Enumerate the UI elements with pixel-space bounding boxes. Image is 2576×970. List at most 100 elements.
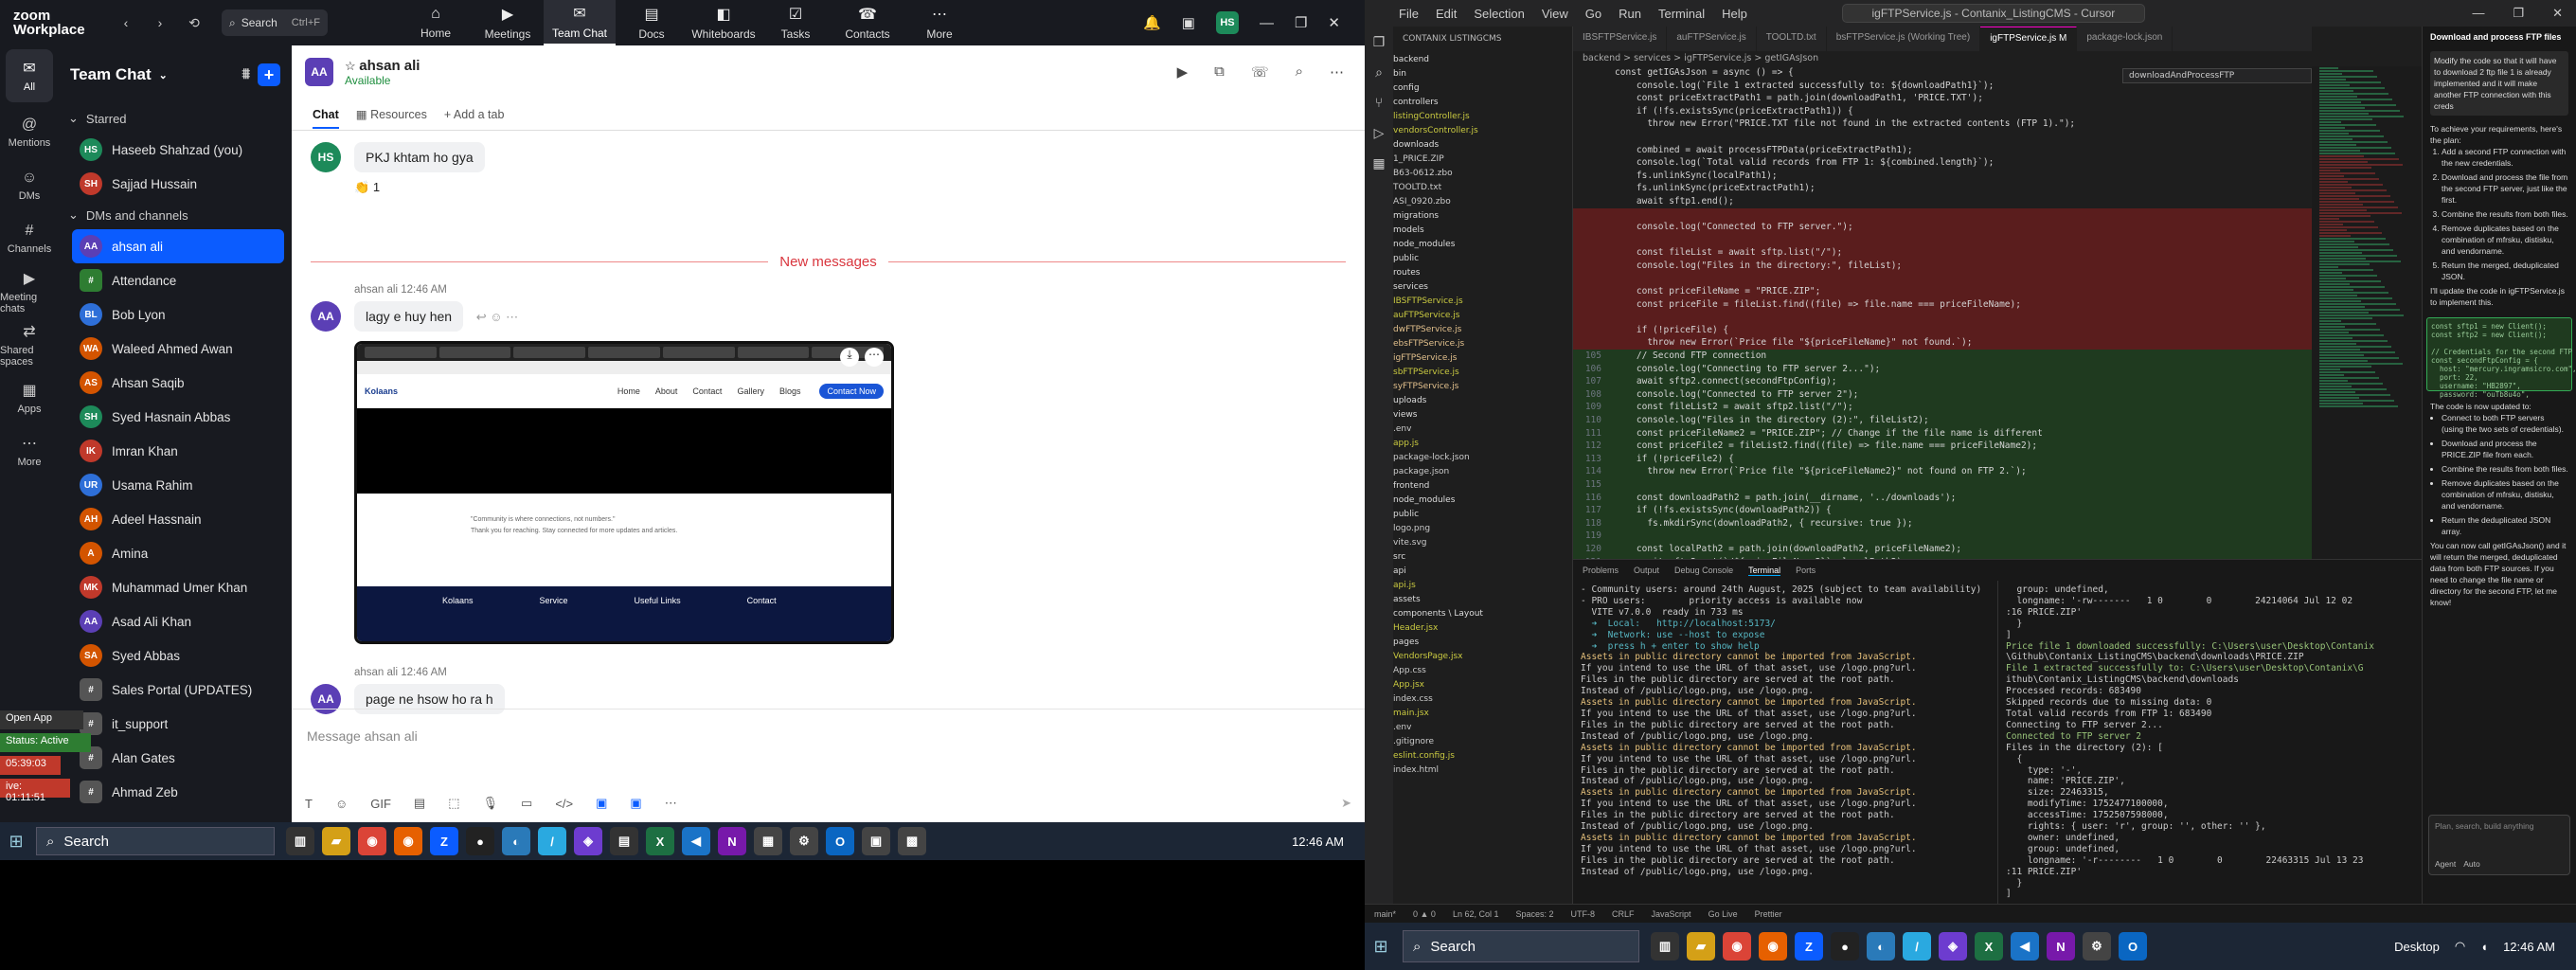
tab-more[interactable]: ⋯ More xyxy=(903,0,975,45)
excel-icon[interactable]: X xyxy=(1975,932,2003,961)
status-item[interactable]: Spaces: 2 xyxy=(1515,909,1553,919)
open-app-button[interactable]: Open App xyxy=(0,710,83,729)
desktop-label[interactable]: Desktop xyxy=(2394,940,2440,954)
app-icon[interactable]: ◐ xyxy=(1867,932,1895,961)
terminal-left[interactable]: - Community users: around 24th August, 2… xyxy=(1573,581,1997,905)
explorer-icon[interactable]: ❐ xyxy=(1365,27,1393,57)
file-item[interactable]: IBSFTPService.js xyxy=(1393,295,1572,309)
status-item[interactable]: Go Live xyxy=(1708,909,1738,919)
status-item[interactable]: Prettier xyxy=(1755,909,1782,919)
cursor-icon[interactable]: ● xyxy=(1831,932,1859,961)
menu-view[interactable]: View xyxy=(1542,7,1568,21)
file-item[interactable]: vendorsController.js xyxy=(1393,124,1572,138)
file-item[interactable]: auFTPService.js xyxy=(1393,309,1572,323)
status-item[interactable]: Ln 62, Col 1 xyxy=(1453,909,1499,919)
editor-tab[interactable]: TOOLTD.txt xyxy=(1757,27,1827,51)
app-icon[interactable]: ▣ xyxy=(630,796,641,811)
file-item[interactable]: vite.svg xyxy=(1393,536,1572,550)
star-icon[interactable]: ☆ xyxy=(345,59,356,73)
source-control-icon[interactable]: ⑂ xyxy=(1365,87,1393,117)
menu-run[interactable]: Run xyxy=(1619,7,1641,21)
sidebar-item[interactable]: AH Adeel Hassnain xyxy=(59,502,292,536)
chevron-down-icon[interactable]: ⌄ xyxy=(159,69,168,81)
mic-icon[interactable]: 🎙 xyxy=(483,796,499,811)
phone-icon[interactable]: ☏ xyxy=(1251,63,1269,81)
rail-item-dms[interactable]: ☺ DMs xyxy=(0,159,59,212)
app-icon[interactable]: ▤ xyxy=(610,827,638,855)
sidebar-item[interactable]: # Alan Gates xyxy=(59,741,292,775)
code-diff-block[interactable]: const sftp1 = new Client(); const sftp2 … xyxy=(2426,317,2576,399)
maximize-icon[interactable]: ❐ xyxy=(1295,14,1307,31)
folder-item[interactable]: public xyxy=(1393,252,1572,266)
settings-icon[interactable]: ⚙ xyxy=(2083,932,2111,961)
file-item[interactable]: VendorsPage.jsx xyxy=(1393,650,1572,664)
reaction[interactable]: 👏 1 xyxy=(354,180,485,195)
emoji-icon[interactable]: ☺ xyxy=(335,797,348,811)
app-icon[interactable]: ◐ xyxy=(502,827,530,855)
folder-item[interactable]: config xyxy=(1393,81,1572,96)
tab-meetings[interactable]: ▶ Meetings xyxy=(472,0,544,45)
firefox-icon[interactable]: ◉ xyxy=(1759,932,1787,961)
filter-icon[interactable]: ⩩ xyxy=(242,66,250,83)
sidebar-item[interactable]: AA ahsan ali xyxy=(72,229,284,263)
file-item[interactable]: main.jsx xyxy=(1393,707,1572,721)
find-input[interactable]: downloadAndProcessFTP xyxy=(2129,71,2234,81)
task-view-icon[interactable]: ▥ xyxy=(1651,932,1679,961)
onenote-icon[interactable]: N xyxy=(2047,932,2075,961)
taskbar-search[interactable]: ⌕ Search xyxy=(36,827,275,855)
file-item[interactable]: TOOLTD.txt xyxy=(1393,181,1572,195)
file-item[interactable]: .env xyxy=(1393,721,1572,735)
file-item[interactable]: igFTPService.js xyxy=(1393,351,1572,366)
download-icon[interactable]: ⤓ xyxy=(840,348,859,367)
message-list[interactable]: HS PKJ khtam ho gya 👏 1 New messages AA … xyxy=(292,131,1365,718)
sidebar-item[interactable]: SA Syed Abbas xyxy=(59,638,292,673)
file-item[interactable]: .gitignore xyxy=(1393,735,1572,749)
file-item[interactable]: Header.jsx xyxy=(1393,621,1572,636)
folder-item[interactable]: assets xyxy=(1393,593,1572,607)
format-icon[interactable]: T xyxy=(305,797,313,811)
layout-icon[interactable]: ▣ xyxy=(1182,14,1195,31)
folder-item[interactable]: components \ Layout xyxy=(1393,607,1572,621)
close-icon[interactable]: ✕ xyxy=(1328,14,1340,31)
zoom-icon[interactable]: Z xyxy=(1795,932,1823,961)
status-item[interactable]: 0 ▲ 0 xyxy=(1413,909,1436,919)
sidebar-item[interactable]: AA Asad Ali Khan xyxy=(59,604,292,638)
avatar[interactable]: HS xyxy=(1215,11,1239,34)
sidebar-item[interactable]: BL Bob Lyon xyxy=(59,297,292,332)
model-select[interactable]: Auto xyxy=(2463,859,2480,869)
app-icon[interactable]: ▦ xyxy=(754,827,782,855)
panel-tab-output[interactable]: Output xyxy=(1634,566,1659,575)
tab-add[interactable]: + Add a tab xyxy=(444,108,505,121)
minimize-icon[interactable]: — xyxy=(2472,6,2484,21)
file-item[interactable]: ebsFTPService.js xyxy=(1393,337,1572,351)
tab-tasks[interactable]: ☑ Tasks xyxy=(760,0,832,45)
panel-tab-problems[interactable]: Problems xyxy=(1583,566,1619,575)
folder-item[interactable]: api xyxy=(1393,565,1572,579)
search-icon[interactable]: ⌕ xyxy=(1365,57,1393,87)
rail-item-mentions[interactable]: @ Mentions xyxy=(0,106,59,159)
file-item[interactable]: 1_PRICE.ZIP xyxy=(1393,153,1572,167)
tab-team-chat[interactable]: ✉ Team Chat xyxy=(544,0,616,45)
vscode-icon[interactable]: ◀ xyxy=(2011,932,2039,961)
editor-tab[interactable]: package-lock.json xyxy=(2077,27,2174,51)
message-composer[interactable]: Message ahsan ali T ☺ GIF ▤ ⬚ 🎙 ▭ </> ▣ … xyxy=(292,709,1365,822)
code-editor[interactable]: const getIGAsJson = async () => { consol… xyxy=(1573,66,2312,559)
rail-item-channels[interactable]: # Channels xyxy=(0,212,59,265)
app-icon[interactable]: ▣ xyxy=(862,827,890,855)
menu-terminal[interactable]: Terminal xyxy=(1658,7,1705,21)
file-item[interactable]: ASI_0920.zbo xyxy=(1393,195,1572,209)
send-icon[interactable]: ➤ xyxy=(1341,796,1351,811)
windows-start-icon[interactable]: ⊞ xyxy=(1365,937,1397,957)
close-icon[interactable]: ✕ xyxy=(2552,6,2563,21)
folder-item[interactable]: controllers xyxy=(1393,96,1572,110)
windows-start-icon[interactable]: ⊞ xyxy=(0,832,32,852)
tab-contacts[interactable]: ☎ Contacts xyxy=(832,0,903,45)
file-icon[interactable]: ▤ xyxy=(414,796,425,811)
clock[interactable]: 12:46 AM xyxy=(2503,940,2555,954)
cursor-icon[interactable]: ● xyxy=(466,827,494,855)
sidebar-item[interactable]: IK Imran Khan xyxy=(59,434,292,468)
file-item[interactable]: listingController.js xyxy=(1393,110,1572,124)
forward-icon[interactable]: › xyxy=(148,15,172,30)
folder-item[interactable]: downloads xyxy=(1393,138,1572,153)
file-explorer-icon[interactable]: ▰ xyxy=(322,827,350,855)
